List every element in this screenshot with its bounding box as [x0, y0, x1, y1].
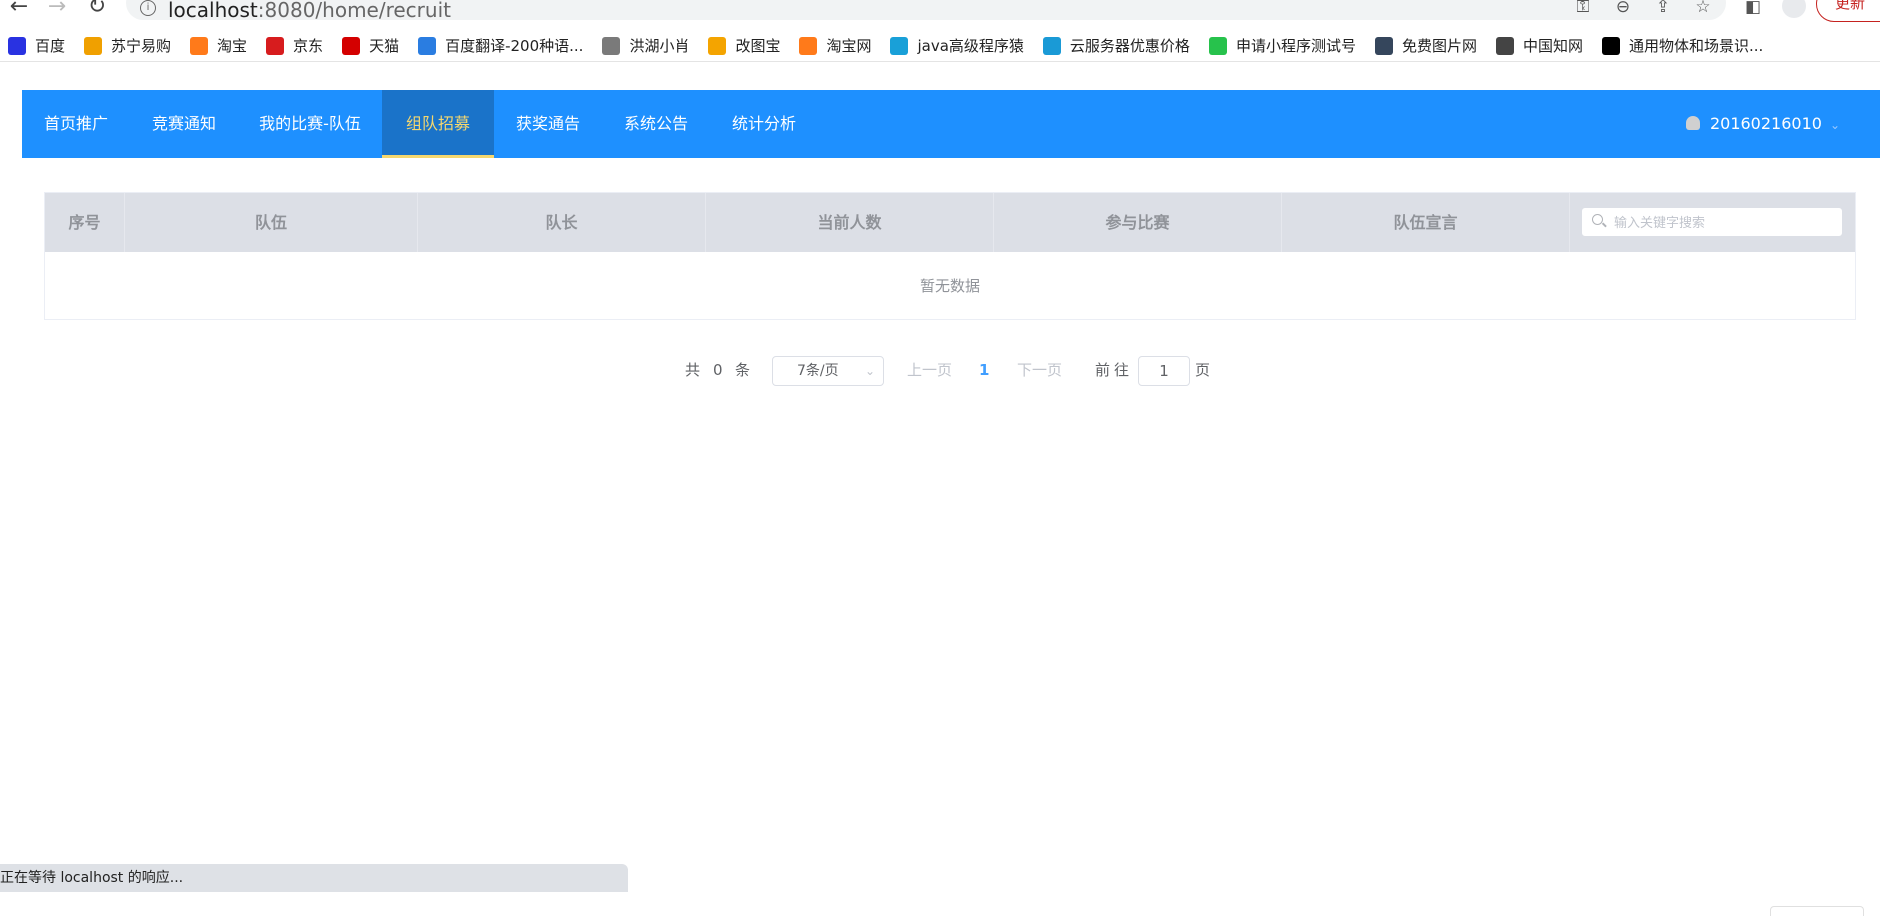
- search-box[interactable]: [1581, 207, 1843, 237]
- goto-prefix: 前往: [1095, 361, 1134, 379]
- bookmark-item[interactable]: 京东: [266, 35, 323, 56]
- bookmark-item[interactable]: 改图宝: [708, 35, 780, 56]
- bookmark-label: 通用物体和场景识...: [1628, 37, 1764, 55]
- search-input[interactable]: [1614, 213, 1834, 233]
- nav-item-announcements[interactable]: 系统公告: [602, 90, 710, 158]
- cnki-icon: [1495, 36, 1514, 55]
- bookmark-label: java高级程序猿: [917, 37, 1024, 55]
- bookmark-item[interactable]: 免费图片网: [1374, 35, 1477, 56]
- bookmark-item[interactable]: 通用物体和场景识...: [1601, 35, 1764, 56]
- page-size-value: 7条/页: [797, 363, 839, 379]
- jd-icon: [266, 36, 285, 55]
- bookmark-item[interactable]: 云服务器优惠价格: [1042, 35, 1190, 56]
- bookmark-label: 苏宁易购: [111, 37, 172, 55]
- suning-icon: [84, 36, 103, 55]
- nav-item-my-teams[interactable]: 我的比赛-队伍: [238, 90, 382, 158]
- bookmark-item[interactable]: 百度: [8, 35, 65, 56]
- prev-page-button[interactable]: 上一页: [907, 354, 952, 386]
- bookmark-label: 改图宝: [735, 37, 781, 55]
- goto-page-input[interactable]: 1: [1138, 356, 1190, 386]
- hunhu-icon: [602, 36, 621, 55]
- column-header-competition: 参与比赛: [994, 193, 1282, 252]
- bilibili-icon: [890, 36, 909, 55]
- column-header-index: 序号: [45, 193, 125, 252]
- bookmark-label: 淘宝网: [826, 37, 872, 55]
- browser-status-bar: 正在等待 localhost 的响应...: [0, 864, 628, 892]
- bookmark-item[interactable]: 中国知网: [1495, 35, 1583, 56]
- username: 20160216010: [1709, 114, 1822, 133]
- table-header: 序号 队伍 队长 当前人数 参与比赛 队伍宣言: [45, 193, 1855, 252]
- page-number-current[interactable]: 1: [979, 354, 989, 386]
- profile-avatar-icon[interactable]: [1782, 0, 1806, 18]
- back-icon[interactable]: ←: [4, 0, 34, 20]
- goto-suffix: 页: [1195, 361, 1211, 379]
- pager-total-prefix: 共: [685, 361, 701, 379]
- bookmark-item[interactable]: 申请小程序测试号: [1208, 35, 1356, 56]
- reload-icon[interactable]: ↻: [82, 0, 112, 20]
- bookmark-item[interactable]: 淘宝网: [799, 35, 871, 56]
- bottom-panel-edge: [1770, 906, 1864, 916]
- bookmark-label: 淘宝: [217, 37, 248, 55]
- teams-table: 序号 队伍 队长 当前人数 参与比赛 队伍宣言 暂无数据: [44, 192, 1856, 320]
- search-icon: [1592, 214, 1603, 225]
- page-size-select[interactable]: 7条/页 ⌄: [772, 356, 884, 386]
- ai-icon: [1601, 36, 1620, 55]
- main-nav: 首页推广 竞赛通知 我的比赛-队伍 组队招募 获奖通告 系统公告 统计分析 20…: [22, 90, 1880, 158]
- bookmark-item[interactable]: 淘宝: [190, 35, 247, 56]
- nav-item-recruit[interactable]: 组队招募: [382, 90, 494, 158]
- bookmark-label: 天猫: [369, 37, 400, 55]
- side-panel-icon[interactable]: ◧: [1740, 0, 1766, 18]
- bookmark-label: 京东: [293, 37, 324, 55]
- wechat-icon: [1208, 36, 1227, 55]
- address-url[interactable]: localhost:8080/home/recruit: [168, 0, 451, 22]
- share-icon[interactable]: ⇪: [1650, 0, 1676, 18]
- bookmark-label: 免费图片网: [1401, 37, 1477, 55]
- bookmark-item[interactable]: 洪湖小肖: [602, 35, 689, 56]
- empty-state-text: 暂无数据: [919, 277, 980, 295]
- browser-toolbar: ← → ↻ i localhost:8080/home/recruit ⚿ ⊖ …: [0, 0, 1880, 28]
- key-icon[interactable]: ⚿: [1570, 0, 1596, 18]
- taobao-icon: [190, 36, 209, 55]
- baidu-icon: [8, 36, 26, 55]
- zoom-icon[interactable]: ⊖: [1610, 0, 1636, 18]
- bookmark-label: 洪湖小肖: [629, 37, 690, 55]
- column-header-member-count: 当前人数: [706, 193, 994, 252]
- update-button[interactable]: 更新: [1816, 0, 1880, 22]
- bookmark-item[interactable]: 百度翻译-200种语...: [418, 35, 583, 56]
- bookmark-label: 百度翻译-200种语...: [445, 37, 584, 55]
- taobao-net-icon: [799, 36, 818, 55]
- site-info-icon[interactable]: i: [140, 0, 156, 16]
- gaitubao-icon: [708, 36, 727, 55]
- bookmark-item[interactable]: 苏宁易购: [84, 35, 171, 56]
- chevron-down-icon: ⌄: [864, 364, 875, 378]
- address-bar[interactable]: i localhost:8080/home/recruit: [126, 0, 1726, 22]
- cloud-icon: [1042, 36, 1061, 55]
- nav-item-home[interactable]: 首页推广: [22, 90, 130, 158]
- column-header-declaration: 队伍宣言: [1282, 193, 1570, 252]
- bookmark-label: 中国知网: [1522, 37, 1583, 55]
- pager-total-count: 0: [713, 361, 723, 379]
- bookmark-label: 申请小程序测试号: [1235, 37, 1356, 55]
- pager-total-suffix: 条: [735, 361, 751, 379]
- bookmark-item[interactable]: 天猫: [342, 35, 399, 56]
- column-header-team: 队伍: [125, 193, 418, 252]
- tmall-icon: [342, 36, 361, 55]
- nav-item-statistics[interactable]: 统计分析: [710, 90, 818, 158]
- user-icon: [1685, 116, 1700, 130]
- nav-item-awards[interactable]: 获奖通告: [494, 90, 602, 158]
- bookmarks-bar: 百度 苏宁易购 淘宝 京东 天猫 百度翻译-200种语... 洪湖小肖 改图宝 淘宝网 java高…: [0, 30, 1880, 62]
- bookmark-item[interactable]: java高级程序猿: [890, 35, 1024, 56]
- chevron-down-icon: ⌄: [1829, 118, 1840, 132]
- nav-item-notices[interactable]: 竞赛通知: [130, 90, 238, 158]
- translate-icon: [418, 36, 437, 55]
- next-page-button[interactable]: 下一页: [1017, 354, 1062, 386]
- star-icon[interactable]: ☆: [1690, 0, 1716, 18]
- user-menu[interactable]: 20160216010 ⌄: [1685, 90, 1840, 158]
- forward-icon[interactable]: →: [42, 0, 72, 20]
- tumblr-icon: [1374, 36, 1393, 55]
- bookmark-label: 云服务器优惠价格: [1069, 37, 1190, 55]
- bookmark-label: 百度: [35, 37, 66, 55]
- column-header-captain: 队长: [418, 193, 706, 252]
